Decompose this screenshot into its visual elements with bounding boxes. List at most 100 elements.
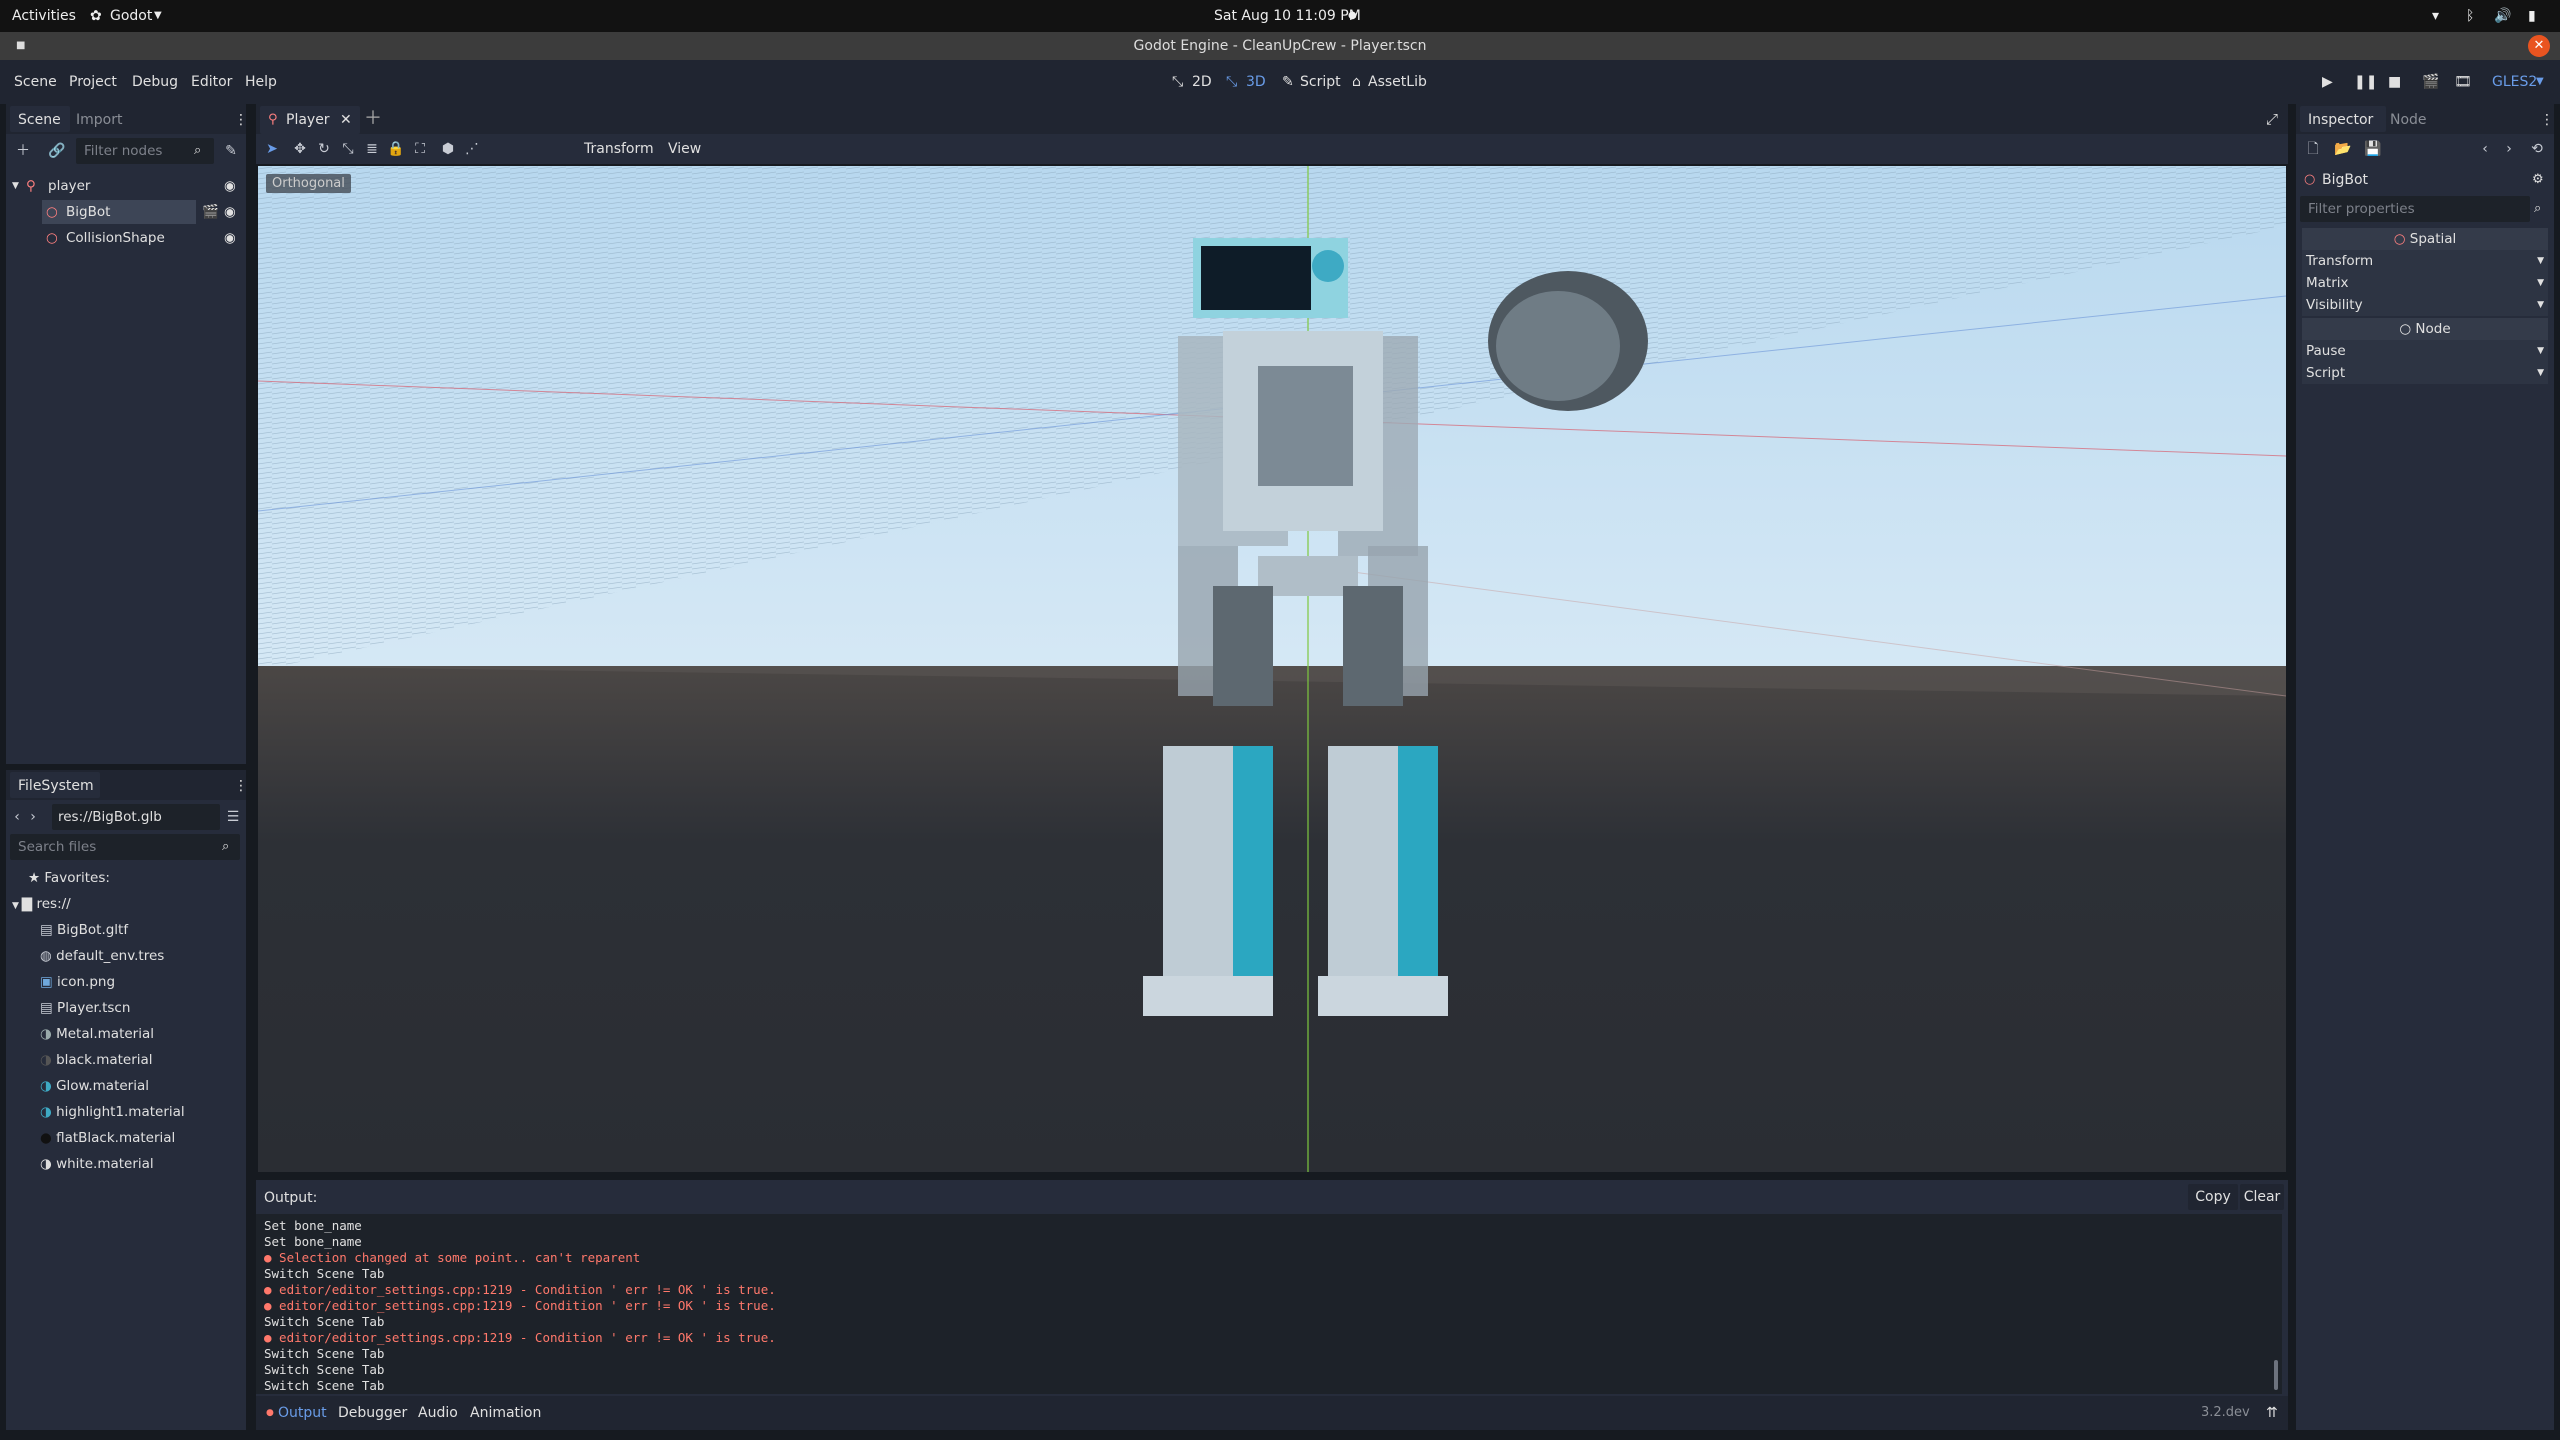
tree-row-player[interactable]: ▼ ⚲ player ◉	[12, 174, 242, 198]
filter-properties-input[interactable]: Filter properties	[2300, 196, 2530, 222]
search-files-input[interactable]: Search files ⌕	[10, 834, 240, 860]
list-select-icon[interactable]: ≣	[362, 140, 382, 158]
scale-tool-icon[interactable]: ⤡	[338, 140, 358, 158]
dock-menu-icon[interactable]: ⋮	[2540, 108, 2554, 132]
menu-debug[interactable]: Debug	[132, 60, 178, 104]
3d-viewport[interactable]: Orthogonal	[258, 166, 2286, 1172]
add-node-icon[interactable]: ＋	[14, 142, 32, 160]
res-root-row[interactable]: ▼ ▇ res://	[12, 892, 71, 916]
filter-nodes-input[interactable]: Filter nodes ⌕	[76, 138, 214, 164]
output-scrollbar[interactable]	[2274, 1360, 2278, 1390]
file-row[interactable]: ◑ Glow.material	[40, 1074, 149, 1098]
tab-import[interactable]: Import	[76, 108, 122, 132]
file-row[interactable]: ◑ white.material	[40, 1152, 154, 1176]
tab-inspector[interactable]: Inspector	[2308, 108, 2373, 132]
transform-menu[interactable]: Transform	[584, 134, 654, 164]
file-row[interactable]: ◑ highlight1.material	[40, 1100, 185, 1124]
inspected-object-name[interactable]: BigBot	[2322, 168, 2368, 192]
tree-row-bigbot[interactable]: ○ BigBot 🎬 ◉	[12, 200, 242, 224]
path-field[interactable]: res://BigBot.glb	[52, 804, 220, 830]
object-tools-icon[interactable]: ⚙	[2532, 168, 2544, 192]
forward-icon[interactable]: ›	[26, 808, 40, 826]
play-icon[interactable]: ▶	[2322, 60, 2333, 104]
dock-menu-icon[interactable]: ⋮	[234, 774, 248, 798]
history-forward-icon[interactable]: ›	[2500, 140, 2518, 158]
open-scene-icon[interactable]: 🎬	[202, 200, 219, 224]
new-tab-icon[interactable]: ＋	[364, 104, 382, 134]
script-attach-icon[interactable]: ✎	[222, 142, 240, 160]
object-history-icon[interactable]: ⟲	[2528, 140, 2546, 158]
file-row[interactable]: ● flatBlack.material	[40, 1126, 175, 1150]
menu-editor[interactable]: Editor	[191, 60, 232, 104]
volume-icon[interactable]: 🔊	[2494, 0, 2511, 32]
prop-script[interactable]: Script ▼	[2302, 362, 2548, 384]
instance-scene-icon[interactable]: 🔗	[48, 142, 66, 160]
expand-panel-icon[interactable]: ⇈	[2266, 1396, 2278, 1430]
new-resource-icon[interactable]: 🗋	[2304, 140, 2322, 158]
favorites-row[interactable]: ★ Favorites:	[28, 866, 110, 890]
app-menu[interactable]: Godot	[110, 0, 152, 32]
visibility-eye-icon[interactable]: ◉	[224, 174, 236, 198]
bluetooth-icon[interactable]: ᛒ	[2466, 0, 2474, 32]
tab-audio[interactable]: Audio	[418, 1396, 458, 1430]
file-row[interactable]: ▤ Player.tscn	[40, 996, 130, 1020]
play-scene-icon[interactable]: 🎬	[2422, 60, 2439, 104]
close-window-icon[interactable]: ✕	[2528, 35, 2550, 57]
dock-menu-icon[interactable]: ⋮	[234, 108, 248, 132]
workspace-2d-button[interactable]: 2D	[1192, 60, 1212, 104]
history-back-icon[interactable]: ‹	[2476, 140, 2494, 158]
prop-transform[interactable]: Transform ▼	[2302, 250, 2548, 272]
section-spatial[interactable]: ○ Spatial	[2302, 228, 2548, 250]
snap-icon[interactable]: ⋰	[462, 140, 482, 158]
stop-icon[interactable]: ■	[2388, 60, 2401, 104]
play-custom-scene-icon[interactable]: 🎞	[2454, 60, 2472, 104]
rotate-tool-icon[interactable]: ↻	[314, 140, 334, 158]
distraction-free-icon[interactable]: ⤢	[2266, 104, 2278, 134]
wifi-icon[interactable]: ▾	[2432, 0, 2439, 32]
visibility-eye-icon[interactable]: ◉	[224, 200, 236, 224]
prop-matrix[interactable]: Matrix ▼	[2302, 272, 2548, 294]
menu-scene[interactable]: Scene	[14, 60, 57, 104]
workspace-script-button[interactable]: Script	[1300, 60, 1341, 104]
visibility-eye-icon[interactable]: ◉	[224, 226, 236, 250]
output-log[interactable]: Set bone_name Set bone_name ● Selection ch…	[256, 1214, 2282, 1394]
clear-button[interactable]: Clear	[2240, 1184, 2284, 1210]
menu-project[interactable]: Project	[69, 60, 117, 104]
menu-help[interactable]: Help	[245, 60, 277, 104]
tab-scene[interactable]: Scene	[18, 108, 61, 132]
view-mode-label[interactable]: Orthogonal	[266, 174, 351, 193]
lock-icon[interactable]: 🔒	[386, 140, 406, 158]
tab-node[interactable]: Node	[2390, 108, 2427, 132]
prop-visibility[interactable]: Visibility ▼	[2302, 294, 2548, 316]
file-row[interactable]: ▤ BigBot.gltf	[40, 918, 128, 942]
pause-icon[interactable]: ❚❚	[2354, 60, 2377, 104]
tab-player[interactable]: ⚲ Player ✕	[260, 106, 360, 134]
move-tool-icon[interactable]: ✥	[290, 140, 310, 158]
load-resource-icon[interactable]: 📂	[2334, 140, 2352, 158]
copy-button[interactable]: Copy	[2188, 1184, 2238, 1210]
activities-button[interactable]: Activities	[12, 0, 76, 32]
tab-animation[interactable]: Animation	[470, 1396, 541, 1430]
battery-icon[interactable]: ▮	[2528, 0, 2536, 32]
file-row[interactable]: ◑ black.material	[40, 1048, 153, 1072]
file-row[interactable]: ▣ icon.png	[40, 970, 115, 994]
split-view-icon[interactable]: ☰	[224, 808, 242, 826]
workspace-3d-button[interactable]: 3D	[1246, 60, 1266, 104]
tab-output[interactable]: Output	[278, 1396, 327, 1430]
group-icon[interactable]: ⛶	[410, 140, 430, 158]
local-space-icon[interactable]: ⬢	[438, 140, 458, 158]
section-node[interactable]: ○ Node	[2302, 318, 2548, 340]
file-row[interactable]: ◑ Metal.material	[40, 1022, 154, 1046]
close-tab-icon[interactable]: ✕	[340, 106, 352, 134]
select-tool-icon[interactable]: ➤	[262, 140, 282, 158]
prop-pause[interactable]: Pause ▼	[2302, 340, 2548, 362]
tree-row-collisionshape[interactable]: ○ CollisionShape ◉	[12, 226, 242, 250]
workspace-assetlib-button[interactable]: AssetLib	[1368, 60, 1427, 104]
save-resource-icon[interactable]: 💾	[2364, 140, 2382, 158]
renderer-select[interactable]: GLES2	[2492, 60, 2537, 104]
view-menu[interactable]: View	[668, 134, 701, 164]
tab-debugger[interactable]: Debugger	[338, 1396, 407, 1430]
clock[interactable]: Sat Aug 10 11:09 PM	[1214, 0, 1361, 32]
back-icon[interactable]: ‹	[10, 808, 24, 826]
tab-filesystem[interactable]: FileSystem	[18, 774, 94, 798]
